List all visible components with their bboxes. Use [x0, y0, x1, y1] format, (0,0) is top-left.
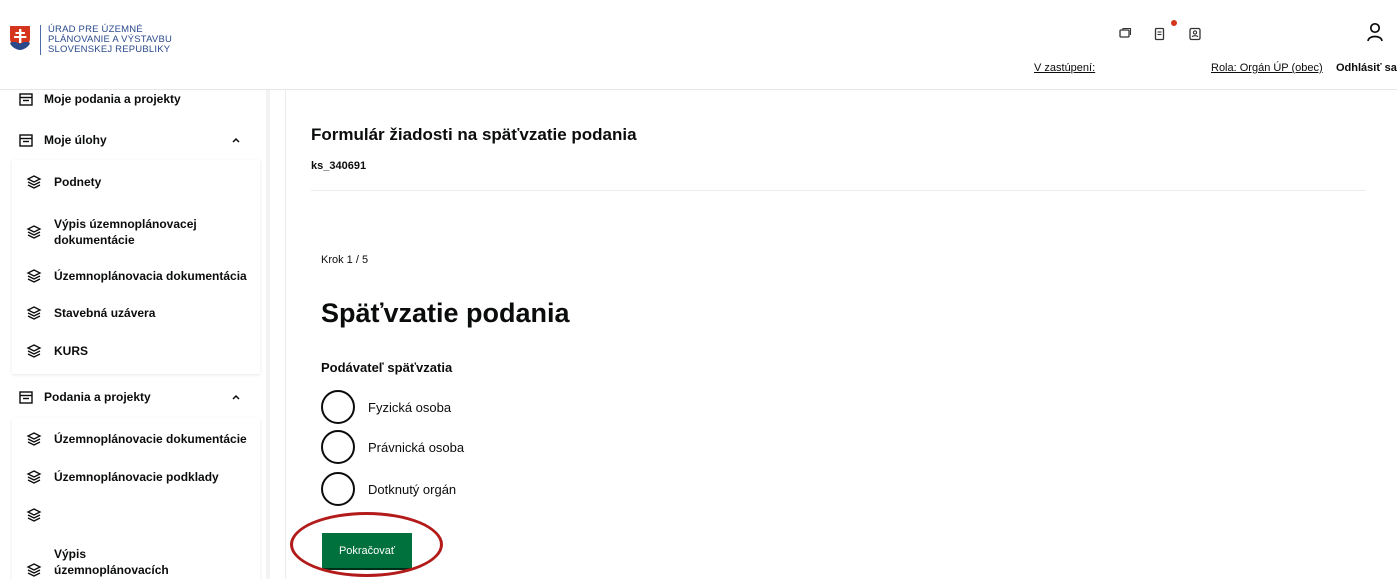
sidebar-item-vypis-upd[interactable]: Výpis územnoplánovacej dokumentácie	[26, 216, 226, 248]
radio-button[interactable]	[321, 430, 355, 464]
radio-pravnicka-osoba[interactable]: Právnická osoba	[321, 430, 464, 464]
notification-dot	[1171, 20, 1177, 26]
highlight-annotation	[290, 512, 443, 577]
sidebar-item-up-podklady[interactable]: Územnoplánovacie podklady	[26, 469, 219, 485]
sidebar-submenu-tasks	[12, 160, 260, 374]
layers-icon	[26, 175, 42, 189]
sidebar-item-label: Podnety	[54, 175, 102, 189]
layers-icon	[26, 306, 42, 320]
logout-link[interactable]: Odhlásiť sa	[1336, 62, 1397, 74]
layers-icon	[26, 269, 42, 283]
form-code: ks_340691	[311, 160, 367, 172]
inbox-icon	[19, 134, 33, 147]
sidebar-group-my-tasks[interactable]: Moje úlohy	[18, 130, 107, 150]
inbox-icon	[19, 93, 33, 106]
sidebar-group-submissions[interactable]: Podania a projekty	[18, 387, 151, 407]
sidebar-group-label: Podania a projekty	[44, 390, 151, 404]
role-link[interactable]: Rola: Orgán ÚP (obec)	[1211, 62, 1323, 74]
chevron-up-icon[interactable]	[230, 134, 242, 146]
page-heading: Späťvzatie podania	[321, 298, 570, 328]
layers-icon	[26, 225, 42, 239]
sidebar-item-podnety[interactable]: Podnety	[26, 174, 101, 190]
sidebar-item-my-submissions[interactable]: Moje podania a projekty	[18, 89, 181, 109]
chevron-up-icon[interactable]	[230, 391, 242, 403]
sidebar-item-up-dokumentacie[interactable]: Územnoplánovacie dokumentácie	[26, 431, 247, 447]
agency-logo-text[interactable]: ÚRAD PRE ÚZEMNÉ PLÁNOVANIE A VÝSTAVBU SL…	[48, 25, 172, 55]
delegation-link[interactable]: V zastúpení:	[1034, 62, 1095, 74]
layers-icon	[26, 470, 42, 484]
fieldset-legend: Podávateľ späťvzatia	[321, 360, 453, 375]
radio-fyzicka-osoba[interactable]: Fyzická osoba	[321, 390, 451, 424]
document-notification-icon[interactable]	[1152, 26, 1168, 42]
form-title: Formulár žiadosti na späťvzatie podania	[311, 125, 637, 144]
slovak-coat-of-arms-icon	[10, 26, 30, 50]
step-indicator: Krok 1 / 5	[321, 254, 369, 266]
content-divider	[285, 90, 286, 579]
sidebar-item-unlabeled[interactable]	[26, 507, 54, 523]
sidebar-item-vypis-upds[interactable]: Výpis územnoplánovacích dokumentácií	[26, 546, 226, 579]
radio-label[interactable]: Právnická osoba	[368, 440, 464, 455]
radio-label[interactable]: Dotknutý orgán	[368, 482, 456, 497]
sidebar-item-upd[interactable]: Územnoplánovacia dokumentácia	[26, 268, 247, 284]
sidebar-item-label: Územnoplánovacie dokumentácie	[54, 432, 247, 446]
layers-icon	[26, 432, 42, 446]
chat-icon[interactable]	[1117, 26, 1133, 42]
logo-line: SLOVENSKEJ REPUBLIKY	[48, 44, 171, 55]
radio-button[interactable]	[321, 390, 355, 424]
radio-button[interactable]	[321, 472, 355, 506]
sidebar-scrollbar[interactable]	[266, 90, 270, 579]
user-icon[interactable]	[1366, 22, 1384, 42]
sidebar-item-label: Výpis územnoplánovacej dokumentácie	[54, 217, 197, 247]
layers-icon	[26, 344, 42, 358]
site-header: ÚRAD PRE ÚZEMNÉ PLÁNOVANIE A VÝSTAVBU SL…	[0, 0, 1397, 90]
logo-divider	[40, 25, 41, 55]
sidebar-item-label: Moje podania a projekty	[44, 92, 181, 106]
radio-dotknuty-organ[interactable]: Dotknutý orgán	[321, 472, 456, 506]
sidebar-item-stavebna-uzavera[interactable]: Stavebná uzávera	[26, 305, 155, 321]
inbox-icon	[19, 391, 33, 404]
sidebar-item-label: Územnoplánovacie podklady	[54, 470, 219, 484]
sidebar-item-label: Výpis územnoplánovacích dokumentácií	[54, 547, 169, 577]
title-divider	[311, 190, 1366, 191]
sidebar-item-label: Územnoplánovacia dokumentácia	[54, 269, 247, 283]
sidebar-group-label: Moje úlohy	[44, 133, 107, 147]
layers-icon	[26, 508, 42, 522]
layers-icon	[26, 563, 42, 577]
contact-card-icon[interactable]	[1187, 26, 1203, 42]
sidebar-item-kurs[interactable]: KURS	[26, 343, 88, 359]
sidebar-item-label: Stavebná uzávera	[54, 306, 156, 320]
sidebar-item-label: KURS	[54, 344, 89, 358]
radio-label[interactable]: Fyzická osoba	[368, 400, 451, 415]
